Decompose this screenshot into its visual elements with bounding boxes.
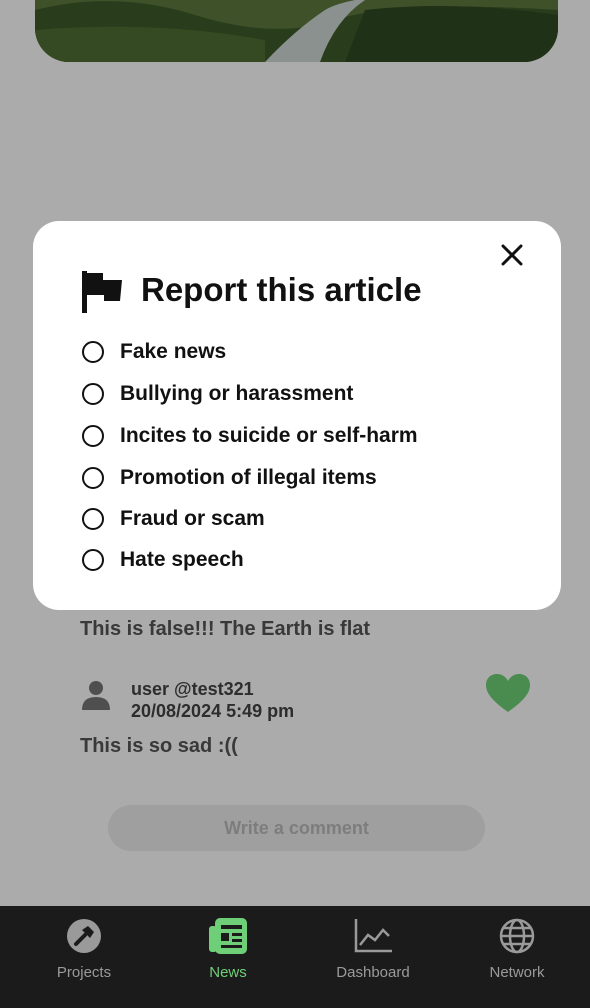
modal-title: Report this article — [141, 271, 422, 308]
nav-label: Network — [489, 964, 545, 981]
nav-item-projects[interactable]: Projects — [29, 916, 139, 996]
report-option-self-harm[interactable]: Incites to suicide or self-harm — [82, 421, 418, 451]
report-option-illegal-items[interactable]: Promotion of illegal items — [82, 463, 377, 493]
report-option-fake-news[interactable]: Fake news — [82, 337, 226, 367]
nav-label: Projects — [56, 964, 112, 981]
radio-button[interactable] — [82, 467, 104, 489]
nav-label: News — [209, 964, 247, 981]
globe-icon — [497, 916, 537, 956]
radio-button[interactable] — [82, 341, 104, 363]
option-label: Fraud or scam — [120, 507, 265, 530]
close-button[interactable] — [494, 237, 530, 273]
option-label: Hate speech — [120, 548, 244, 571]
radio-button[interactable] — [82, 425, 104, 447]
option-label: Promotion of illegal items — [120, 466, 377, 489]
nav-label: Dashboard — [336, 964, 410, 981]
option-label: Fake news — [120, 340, 227, 363]
flag-icon — [82, 271, 122, 318]
newspaper-icon — [208, 916, 248, 956]
report-option-bullying[interactable]: Bullying or harassment — [82, 379, 353, 409]
report-option-fraud[interactable]: Fraud or scam — [82, 504, 265, 534]
report-option-hate-speech[interactable]: Hate speech — [82, 545, 244, 575]
nav-item-news[interactable]: News — [173, 916, 283, 996]
report-modal: Report this article Fake news Bullying o… — [33, 221, 561, 610]
radio-button[interactable] — [82, 383, 104, 405]
nav-item-network[interactable]: Network — [462, 916, 572, 996]
nav-item-dashboard[interactable]: Dashboard — [318, 916, 428, 996]
bottom-nav-bar: Projects News Dashboard Network — [0, 906, 590, 1008]
line-chart-icon — [353, 916, 393, 956]
radio-button[interactable] — [82, 508, 104, 530]
option-label: Incites to suicide or self-harm — [120, 424, 418, 447]
option-label: Bullying or harassment — [120, 382, 354, 405]
close-icon — [501, 244, 523, 266]
radio-button[interactable] — [82, 549, 104, 571]
hammer-icon — [64, 916, 104, 956]
